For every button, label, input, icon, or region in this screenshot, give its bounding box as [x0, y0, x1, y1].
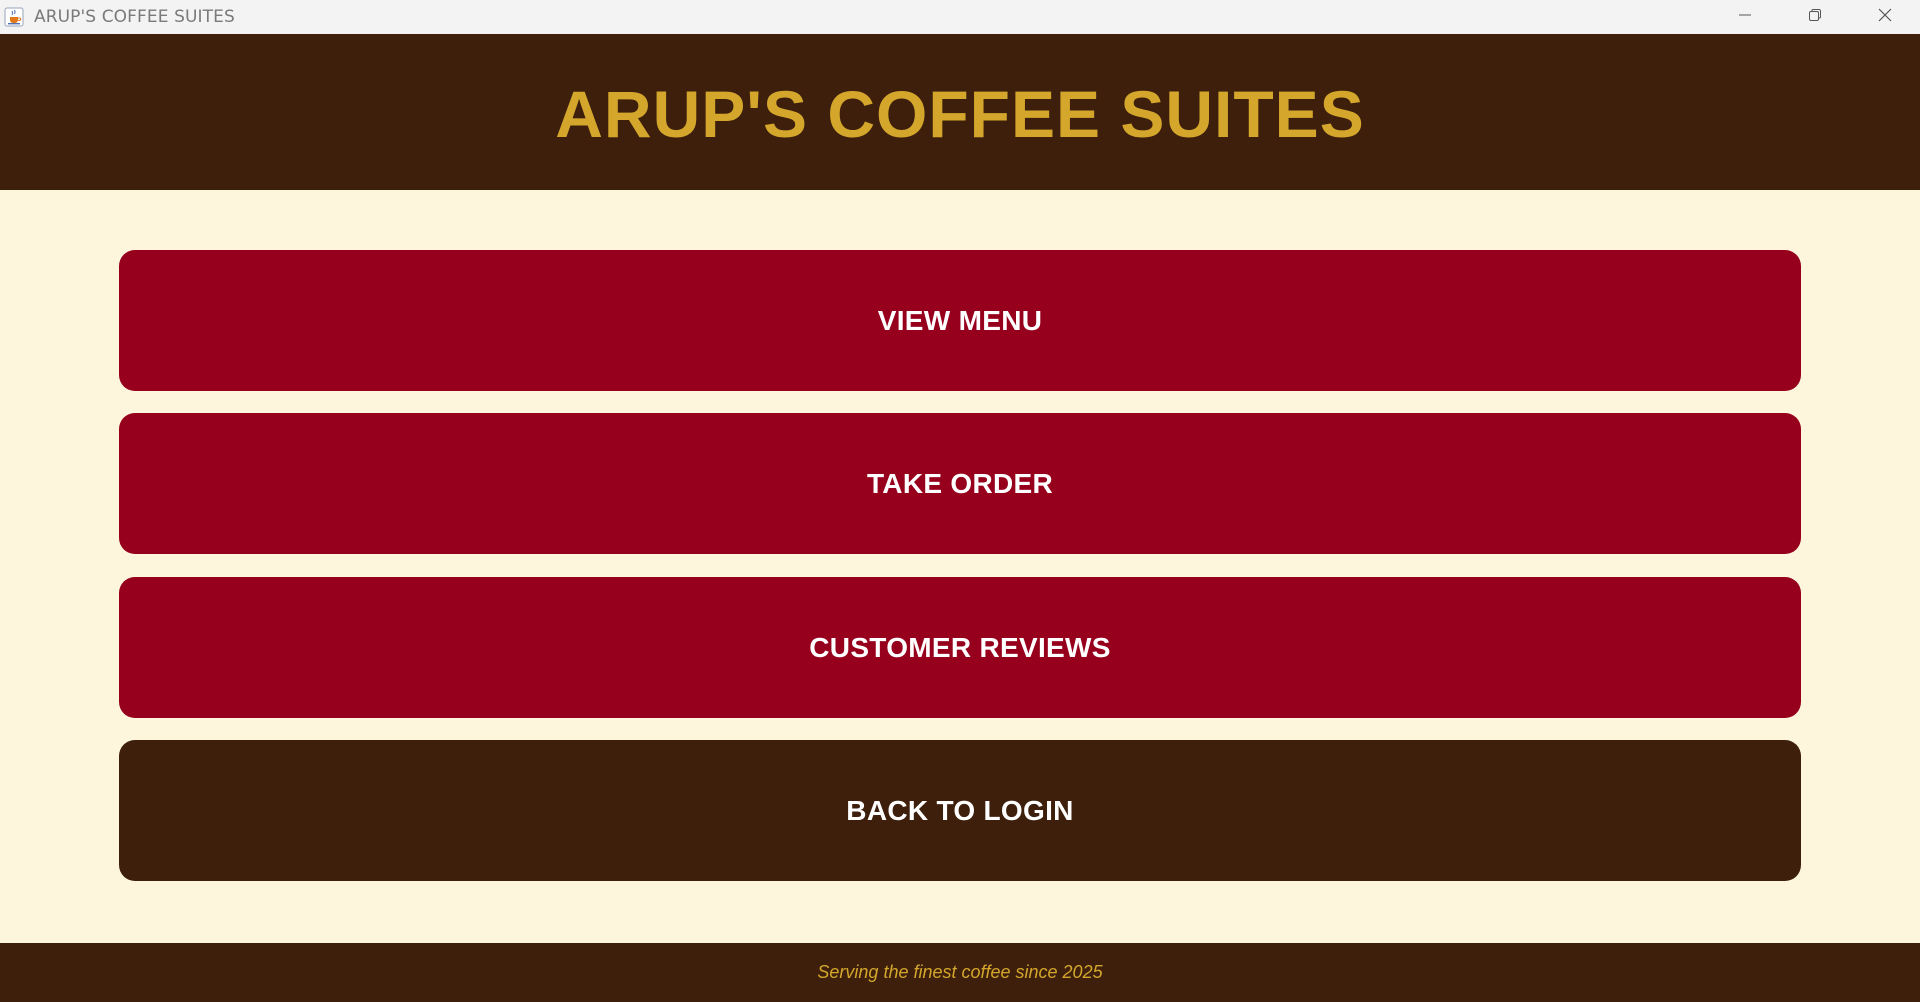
close-button[interactable]: [1850, 0, 1920, 34]
java-cup-icon: [3, 6, 25, 28]
app-title: ARUP'S COFFEE SUITES: [555, 77, 1365, 151]
window-controls: [1710, 0, 1920, 34]
minimize-button[interactable]: [1710, 0, 1780, 34]
minimize-icon: [1738, 8, 1752, 27]
restore-button[interactable]: [1780, 0, 1850, 34]
footer-tagline: Serving the finest coffee since 2025: [817, 962, 1103, 982]
close-icon: [1877, 7, 1893, 28]
window-titlebar: ARUP'S COFFEE SUITES: [0, 0, 1920, 34]
view-menu-button[interactable]: VIEW MENU: [119, 250, 1801, 391]
customer-reviews-button[interactable]: CUSTOMER REVIEWS: [119, 577, 1801, 718]
app-header: ARUP'S COFFEE SUITES: [0, 34, 1920, 190]
window-title: ARUP'S COFFEE SUITES: [34, 7, 235, 27]
back-to-login-button[interactable]: BACK TO LOGIN: [119, 740, 1801, 881]
app-footer: Serving the finest coffee since 2025: [0, 943, 1920, 1002]
main-menu-panel: VIEW MENU TAKE ORDER CUSTOMER REVIEWS BA…: [0, 190, 1920, 943]
restore-icon: [1808, 8, 1822, 27]
take-order-button[interactable]: TAKE ORDER: [119, 413, 1801, 554]
